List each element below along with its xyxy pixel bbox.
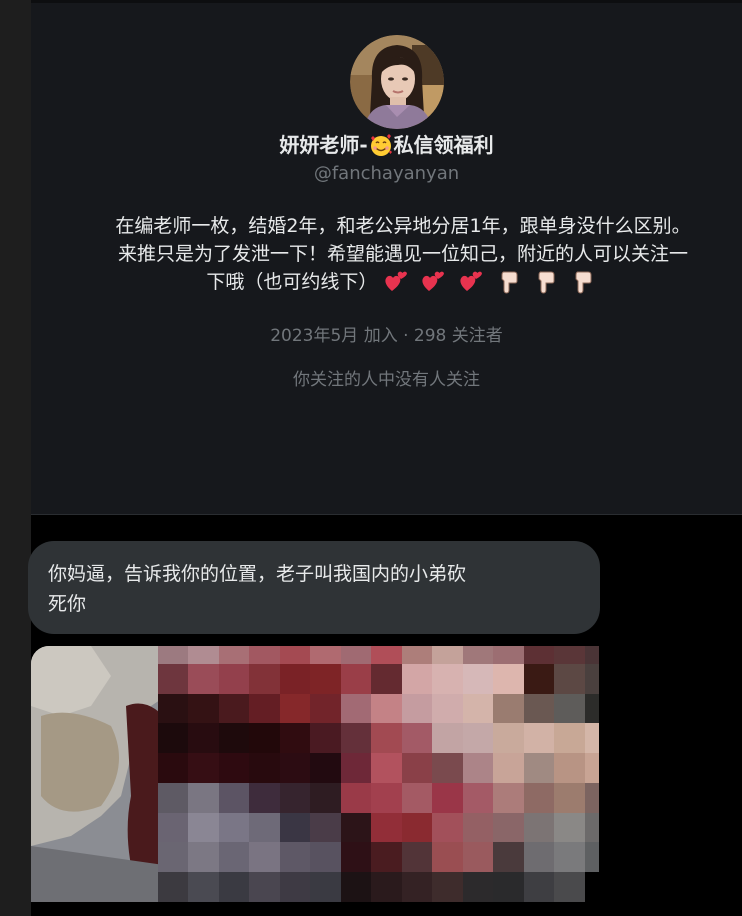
display-name-suffix: 私信领福利 (393, 133, 494, 157)
avatar-image (350, 35, 444, 129)
message-text-line-2: 死你 (48, 593, 87, 615)
display-name[interactable]: 妍妍老师- 私信领福利 (31, 130, 742, 165)
profile-card[interactable]: 妍妍老师- 私信领福利 @fanchayanyan 在编老师一枚，结婚2年，和老… (31, 0, 742, 515)
user-handle[interactable]: @fanchayanyan (31, 162, 742, 186)
two-hearts-icon (385, 271, 408, 291)
avatar[interactable] (350, 35, 444, 129)
bio-line-2: 来推只是为了发泄一下！希望能遇见一位知己，附近的人可以关注一 (117, 243, 688, 265)
bio-line-3-text: 下哦（也可约线下） (206, 271, 378, 293)
pointing-down-icon (538, 271, 555, 294)
pointing-down-icon (501, 271, 518, 294)
bio-emoji-row (383, 268, 599, 302)
message-text-line-1: 你妈逼，告诉我你的位置，老子叫我国内的小弟砍 (48, 563, 467, 585)
image-attachment[interactable] (31, 646, 599, 902)
card-top-edge (31, 0, 742, 3)
smiling-face-with-hearts-icon (369, 133, 393, 165)
followed-by-note: 你关注的人中没有人关注 (293, 370, 480, 390)
profile-bio: 在编老师一枚，结婚2年，和老公异地分居1年，跟单身没什么区别。 来推只是为了发泄… (43, 212, 742, 302)
pointing-down-icon (575, 271, 592, 294)
two-hearts-icon (422, 271, 445, 291)
left-rail (0, 0, 31, 916)
join-date-followers: 2023年5月 加入 · 298 关注者 (270, 326, 503, 346)
display-name-prefix: 妍妍老师- (279, 133, 368, 157)
bio-line-1: 在编老师一枚，结婚2年，和老公异地分居1年，跟单身没什么区别。 (115, 215, 691, 237)
message-bubble[interactable]: 你妈逼，告诉我你的位置，老子叫我国内的小弟砍 死你 (28, 541, 600, 634)
two-hearts-icon (459, 271, 482, 291)
pixelated-content (158, 646, 599, 902)
bio-line-3: 下哦（也可约线下） (43, 268, 742, 302)
